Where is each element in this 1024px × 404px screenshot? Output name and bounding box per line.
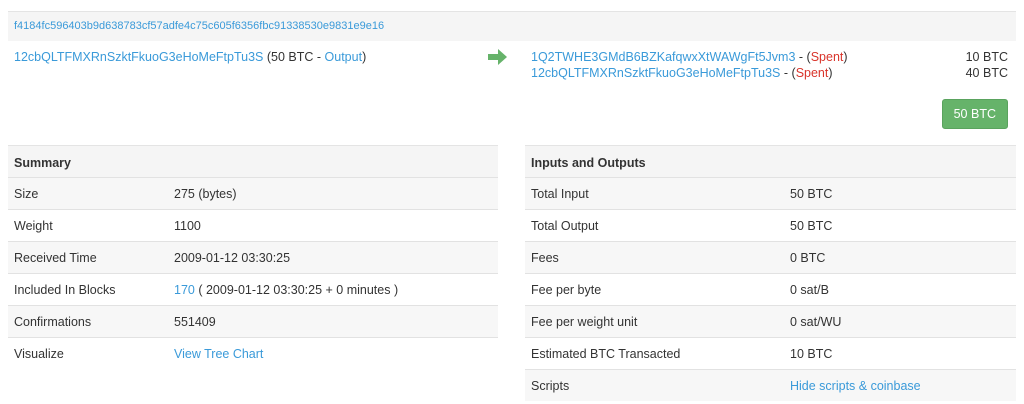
row-label: Total Output <box>531 219 599 233</box>
output-address-link[interactable]: 12cbQLTFMXRnSzktFkuoG3eHoMeFtpTu3S <box>531 66 780 80</box>
table-row: Included In Blocks 170 ( 2009-01-12 03:3… <box>8 273 498 305</box>
transaction-hash-bar: f4184fc596403b9d638783cf57adfe4c75c605f6… <box>8 11 1016 41</box>
table-row: Scripts Hide scripts & coinbase <box>525 369 1016 401</box>
row-label: Received Time <box>14 251 97 265</box>
transaction-outputs: 1Q2TWHE3GMdB6BZKafqwxXtWAWgFt5Jvm3 - (Sp… <box>531 50 1008 129</box>
block-detail: ( 2009-01-12 03:30:25 + 0 minutes ) <box>194 283 399 297</box>
table-row: Estimated BTC Transacted 10 BTC <box>525 337 1016 369</box>
output-amount: 10 BTC <box>965 50 1008 64</box>
table-row: Total Output 50 BTC <box>525 209 1016 241</box>
transaction-hash-link[interactable]: f4184fc596403b9d638783cf57adfe4c75c605f6… <box>14 20 384 32</box>
input-amount-text: (50 BTC - <box>263 50 325 64</box>
table-row: Fee per byte 0 sat/B <box>525 273 1016 305</box>
table-row: Fees 0 BTC <box>525 241 1016 273</box>
row-value: 10 BTC <box>790 347 833 361</box>
output-amount: 40 BTC <box>965 66 1008 80</box>
output-separator: - ( <box>795 50 811 64</box>
row-value: 0 BTC <box>790 251 826 265</box>
output-spent-link[interactable]: Spent <box>796 66 829 80</box>
input-address-link[interactable]: 12cbQLTFMXRnSzktFkuoG3eHoMeFtpTu3S <box>14 50 263 64</box>
table-row: Confirmations 551409 <box>8 305 498 337</box>
row-value: 2009-01-12 03:30:25 <box>174 251 291 265</box>
row-label: Estimated BTC Transacted <box>531 347 681 361</box>
row-label: Size <box>14 187 39 201</box>
transaction-panel: f4184fc596403b9d638783cf57adfe4c75c605f6… <box>8 11 1016 129</box>
view-tree-chart-link[interactable]: View Tree Chart <box>174 347 263 361</box>
row-value: 1100 <box>174 219 201 233</box>
inputs-outputs-panel: Inputs and Outputs Total Input 50 BTC To… <box>525 145 1016 401</box>
row-value: 275 (bytes) <box>174 187 237 201</box>
output-address-link[interactable]: 1Q2TWHE3GMdB6BZKafqwxXtWAWgFt5Jvm3 <box>531 50 795 64</box>
total-amount-button[interactable]: 50 BTC <box>941 99 1008 129</box>
output-close: ) <box>828 66 833 80</box>
right-arrow-icon <box>488 49 507 65</box>
input-output-link[interactable]: Output <box>325 50 363 64</box>
transaction-input: 12cbQLTFMXRnSzktFkuoG3eHoMeFtpTu3S (50 B… <box>14 50 366 64</box>
row-label: Visualize <box>14 347 64 361</box>
row-label: Fees <box>531 251 559 265</box>
table-row: Visualize View Tree Chart <box>8 337 498 369</box>
inputs-outputs-rows: Total Input 50 BTC Total Output 50 BTC F… <box>525 177 1016 401</box>
output-separator: - ( <box>780 66 796 80</box>
output-row: 12cbQLTFMXRnSzktFkuoG3eHoMeFtpTu3S - (Sp… <box>531 66 1008 82</box>
row-label: Fee per byte <box>531 283 602 297</box>
table-row: Size 275 (bytes) <box>8 177 498 209</box>
summary-rows: Size 275 (bytes) Weight 1100 Received Ti… <box>8 177 498 369</box>
row-label: Scripts <box>531 379 570 393</box>
table-row: Weight 1100 <box>8 209 498 241</box>
row-value: 0 sat/B <box>790 283 829 297</box>
output-spent-link[interactable]: Spent <box>811 50 844 64</box>
row-label: Included In Blocks <box>14 283 116 297</box>
summary-title: Summary <box>8 145 498 177</box>
block-link[interactable]: 170 <box>174 283 195 297</box>
row-value: 50 BTC <box>790 187 833 201</box>
row-label: Weight <box>14 219 53 233</box>
output-row: 1Q2TWHE3GMdB6BZKafqwxXtWAWgFt5Jvm3 - (Sp… <box>531 50 1008 66</box>
transaction-body: 12cbQLTFMXRnSzktFkuoG3eHoMeFtpTu3S (50 B… <box>8 41 1016 129</box>
row-value: 0 sat/WU <box>790 315 842 329</box>
row-label: Confirmations <box>14 315 92 329</box>
hide-scripts-link[interactable]: Hide scripts & coinbase <box>790 379 921 393</box>
inputs-outputs-title: Inputs and Outputs <box>525 145 1016 177</box>
table-row: Fee per weight unit 0 sat/WU <box>525 305 1016 337</box>
row-label: Fee per weight unit <box>531 315 638 329</box>
output-close: ) <box>843 50 848 64</box>
row-label: Total Input <box>531 187 589 201</box>
row-value: 170 ( 2009-01-12 03:30:25 + 0 minutes ) <box>174 283 398 297</box>
row-value: 50 BTC <box>790 219 833 233</box>
input-suffix: ) <box>362 50 367 64</box>
table-row: Total Input 50 BTC <box>525 177 1016 209</box>
summary-panel: Summary Size 275 (bytes) Weight 1100 Rec… <box>8 145 498 369</box>
row-value: 551409 <box>174 315 216 329</box>
table-row: Received Time 2009-01-12 03:30:25 <box>8 241 498 273</box>
